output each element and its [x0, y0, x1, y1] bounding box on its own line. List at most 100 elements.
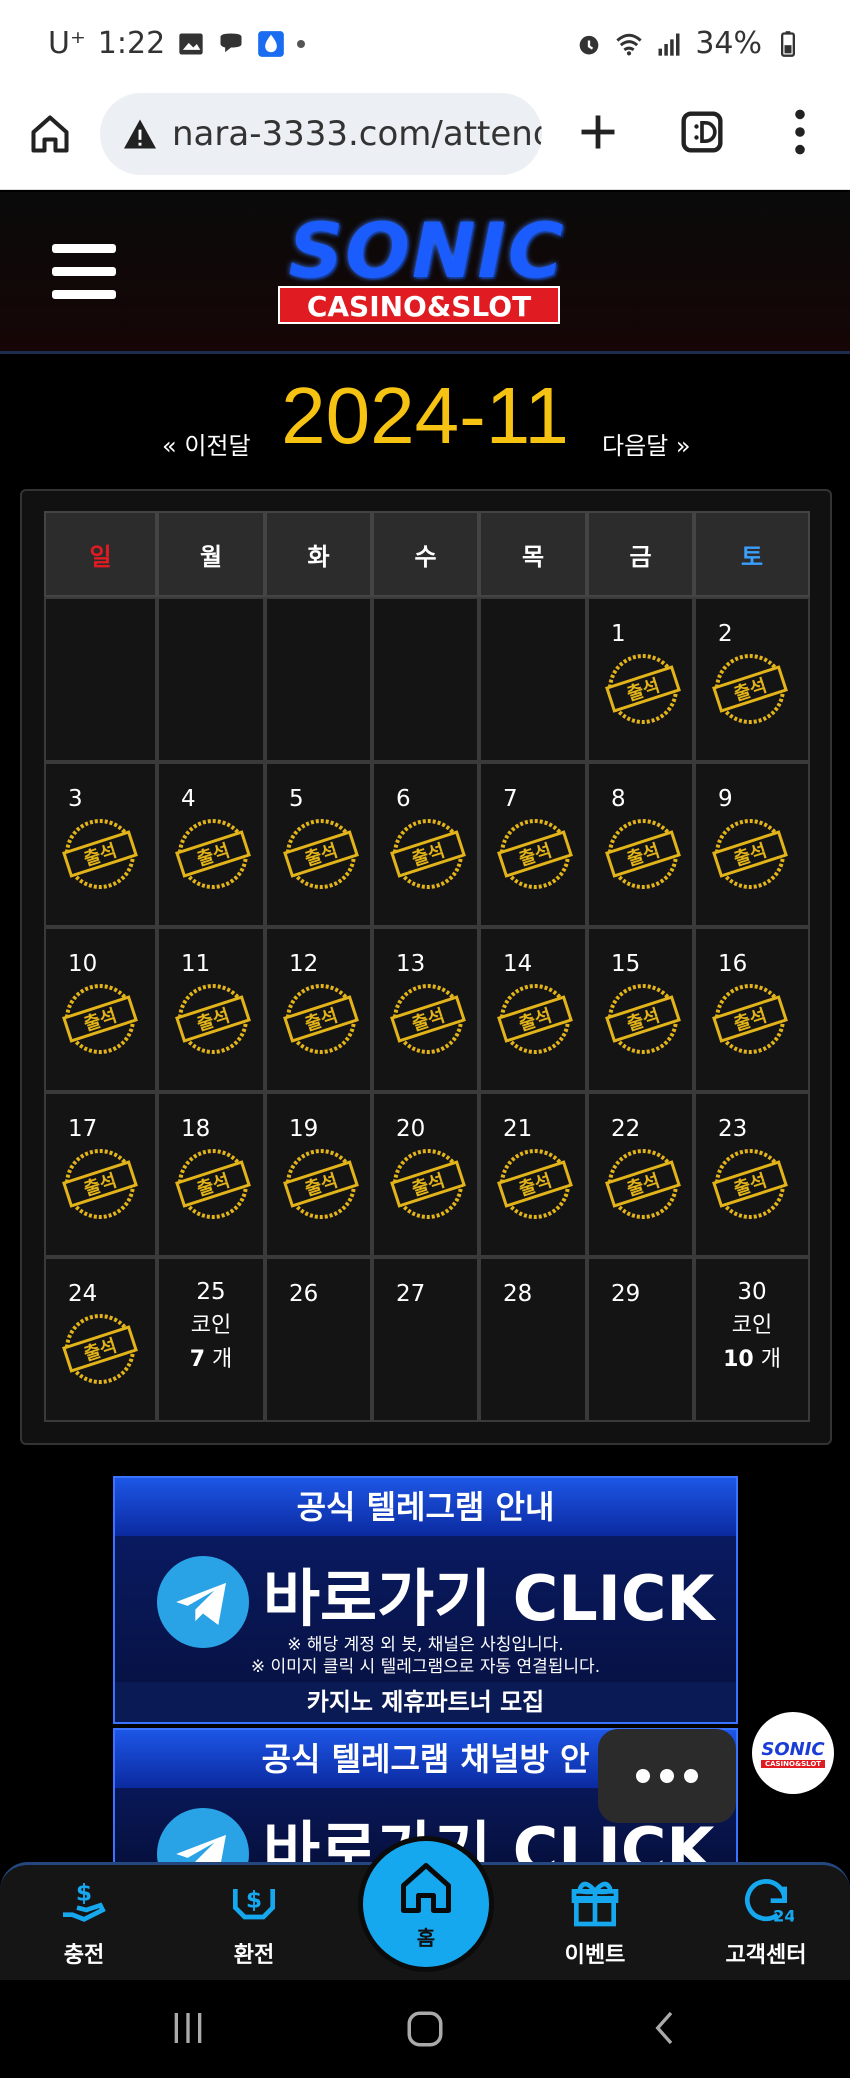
drop-app-icon	[258, 30, 285, 57]
day-number: 7	[503, 786, 518, 812]
calendar-day-1[interactable]: 1 출석	[587, 597, 694, 762]
nav-event[interactable]: 이벤트	[535, 1875, 655, 1979]
recent-apps-icon[interactable]	[168, 2008, 208, 2048]
overflow-menu-icon[interactable]	[786, 108, 814, 156]
status-right: 34%	[575, 26, 802, 61]
more-options-button[interactable]	[598, 1729, 736, 1823]
tab-switcher-icon[interactable]	[680, 110, 724, 154]
coin-count: 7	[189, 1347, 206, 1372]
attendance-stamp-icon: 출석	[605, 1149, 681, 1219]
day-number: 20	[396, 1116, 426, 1142]
status-bar: U⁺ 1:22 34%	[0, 0, 850, 90]
coin-label: 코인	[731, 1313, 773, 1338]
day-number: 1	[611, 621, 626, 647]
next-month-link[interactable]: 다음달 »	[602, 426, 691, 461]
support-24h-icon: 24	[745, 1879, 794, 1926]
calendar-day-30[interactable]: 30 코인 10 개	[694, 1257, 810, 1422]
calendar-day-13[interactable]: 13 출석	[372, 927, 479, 1092]
chat-icon	[220, 33, 242, 52]
prev-month-link[interactable]: « 이전달	[162, 426, 251, 461]
sonic-logo[interactable]: SONIC CASINO&SLOT	[250, 212, 590, 332]
calendar-day-15[interactable]: 15 출석	[587, 927, 694, 1092]
attendance-stamp-icon: 출석	[62, 1314, 138, 1384]
attendance-stamp-icon: 출석	[605, 984, 681, 1054]
calendar-day-21[interactable]: 21 출석	[479, 1092, 587, 1257]
coin-reward: 코인 7 개	[159, 1309, 263, 1377]
calendar-day-29[interactable]: 29	[587, 1257, 694, 1422]
nav-support[interactable]: 24 고객센터	[706, 1875, 826, 1979]
calendar-day-25[interactable]: 25 코인 7 개	[157, 1257, 265, 1422]
weekday-sun: 일	[44, 511, 157, 597]
calendar-day-27[interactable]: 27	[372, 1257, 479, 1422]
day-number: 11	[181, 951, 211, 977]
calendar-day-28[interactable]: 28	[479, 1257, 587, 1422]
calendar-day-22[interactable]: 22 출석	[587, 1092, 694, 1257]
sonic-floating-button[interactable]: SONIC CASINO&SLOT	[752, 1712, 834, 1794]
nav-withdraw[interactable]: $ 환전	[194, 1875, 314, 1979]
attendance-stamp-icon: 출석	[175, 819, 251, 889]
calendar-day-19[interactable]: 19 출석	[265, 1092, 372, 1257]
calendar-day-10[interactable]: 10 출석	[44, 927, 157, 1092]
deposit-icon: $	[63, 1879, 106, 1922]
calendar-day-3[interactable]: 3 출석	[44, 762, 157, 927]
calendar-day-5[interactable]: 5 출석	[265, 762, 372, 927]
calendar-day-4[interactable]: 4 출석	[157, 762, 265, 927]
attendance-stamp-icon: 출석	[605, 819, 681, 889]
calendar-day-2[interactable]: 2 출석	[694, 597, 810, 762]
calendar-day-14[interactable]: 14 출석	[479, 927, 587, 1092]
coin-amount: 7 개	[159, 1343, 263, 1377]
logo-sub-text: CASINO&SLOT	[278, 286, 560, 324]
clock: 1:22	[97, 26, 166, 61]
day-number: 8	[611, 786, 626, 812]
calendar-empty-cell	[265, 597, 372, 762]
telegram-banner[interactable]: 공식 텔레그램 안내 바로가기 CLICK ※ 해당 계정 외 봇, 채널은 사…	[113, 1476, 738, 1724]
nav-home-inner: 홈	[363, 1841, 489, 1967]
battery-percent: 34%	[695, 26, 762, 61]
calendar-day-23[interactable]: 23 출석	[694, 1092, 810, 1257]
day-number: 29	[611, 1281, 641, 1307]
nav-event-label: 이벤트	[564, 1943, 626, 1968]
attendance-stamp-icon: 출석	[283, 819, 359, 889]
calendar-grid: 일 월 화 수 목 금 토 1 출석 2 출석 3 출석 4 출석 5 출석 6 출석 7 출석 8 출석 9 출…	[44, 511, 810, 1422]
home-icon[interactable]	[28, 112, 72, 156]
calendar-day-12[interactable]: 12 출석	[265, 927, 372, 1092]
calendar-day-20[interactable]: 20 출석	[372, 1092, 479, 1257]
calendar-day-26[interactable]: 26	[265, 1257, 372, 1422]
attendance-stamp-icon: 출석	[62, 819, 138, 889]
nav-deposit[interactable]: $ 충전	[24, 1875, 144, 1979]
attendance-stamp-icon: 출석	[712, 984, 788, 1054]
hamburger-menu-icon[interactable]	[52, 244, 116, 300]
fab-logo-text: SONIC	[761, 1738, 825, 1760]
weekday-wed: 수	[372, 511, 479, 597]
day-number: 15	[611, 951, 641, 977]
calendar-day-8[interactable]: 8 출석	[587, 762, 694, 927]
calendar-empty-cell	[157, 597, 265, 762]
attendance-calendar: 일 월 화 수 목 금 토 1 출석 2 출석 3 출석 4 출석 5 출석 6 출석 7 출석 8 출석 9 출…	[20, 489, 832, 1445]
calendar-day-11[interactable]: 11 출석	[157, 927, 265, 1092]
calendar-day-9[interactable]: 9 출석	[694, 762, 810, 927]
nav-home-button[interactable]: 홈	[358, 1836, 494, 1972]
calendar-day-24[interactable]: 24 출석	[44, 1257, 157, 1422]
dot-icon	[684, 1769, 698, 1783]
day-number: 12	[289, 951, 319, 977]
warning-icon[interactable]	[122, 118, 158, 150]
url-text[interactable]: nara-3333.com/attend	[172, 114, 542, 154]
new-tab-icon[interactable]	[576, 110, 620, 154]
logo-main-text: SONIC	[288, 206, 566, 295]
weekday-fri: 금	[587, 511, 694, 597]
day-number: 2	[718, 621, 733, 647]
banner-footer: 카지노 제휴파트너 모집	[115, 1682, 736, 1722]
calendar-day-7[interactable]: 7 출석	[479, 762, 587, 927]
back-icon[interactable]	[646, 2008, 686, 2048]
calendar-day-17[interactable]: 17 출석	[44, 1092, 157, 1257]
nav-support-label: 고객센터	[725, 1943, 807, 1968]
day-number: 18	[181, 1116, 211, 1142]
calendar-empty-cell	[44, 597, 157, 762]
address-bar[interactable]: nara-3333.com/attend	[100, 93, 542, 175]
attendance-stamp-icon: 출석	[390, 819, 466, 889]
calendar-day-16[interactable]: 16 출석	[694, 927, 810, 1092]
home-circle-icon[interactable]	[404, 2008, 446, 2050]
calendar-day-6[interactable]: 6 출석	[372, 762, 479, 927]
screen: U⁺ 1:22 34% nara-3333.com/attend SONIC C…	[0, 0, 850, 2078]
calendar-day-18[interactable]: 18 출석	[157, 1092, 265, 1257]
